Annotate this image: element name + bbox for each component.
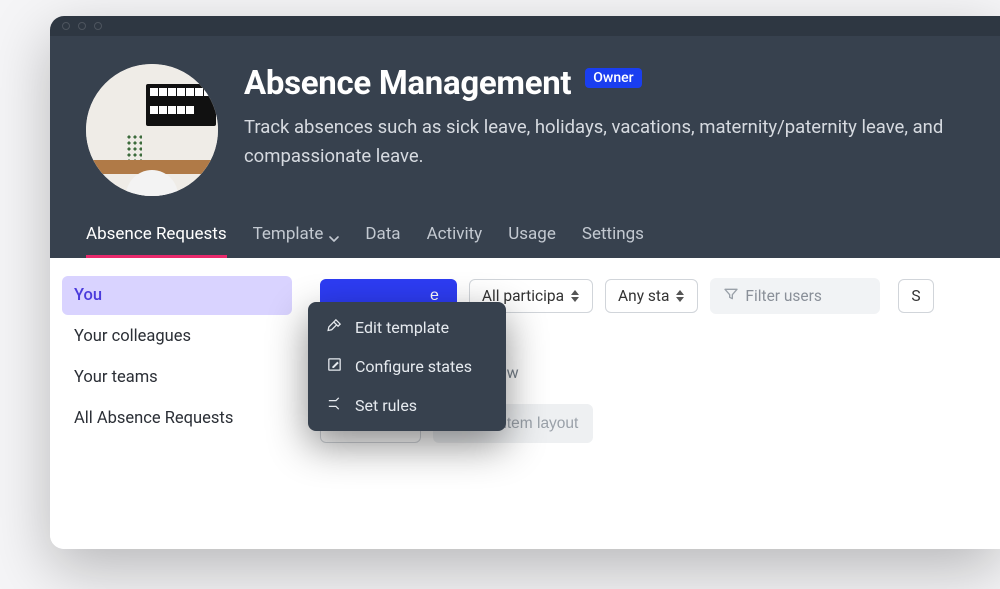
traffic-light-minimize[interactable] — [78, 22, 86, 30]
tab-usage[interactable]: Usage — [508, 224, 556, 258]
sidebar-item-label: Your colleagues — [74, 327, 191, 346]
sidebar-item-label: All Absence Requests — [74, 409, 233, 428]
template-dropdown: Edit template Configure states Set rules — [308, 302, 506, 431]
branch-icon — [326, 395, 343, 416]
tab-activity[interactable]: Activity — [427, 224, 483, 258]
sort-arrows-icon — [570, 290, 580, 302]
content-area: You Your colleagues Your teams All Absen… — [50, 258, 1000, 549]
app-window: Absence Management Owner Track absences … — [50, 16, 1000, 549]
menu-set-rules[interactable]: Set rules — [308, 386, 506, 425]
menu-configure-states[interactable]: Configure states — [308, 347, 506, 386]
sidebar: You Your colleagues Your teams All Absen… — [50, 258, 304, 549]
sort-arrows-icon — [675, 290, 685, 302]
page-subtitle: Track absences such as sick leave, holid… — [244, 113, 944, 170]
sidebar-item-label: You — [74, 286, 102, 305]
tab-data[interactable]: Data — [365, 224, 400, 258]
window-titlebar — [50, 16, 1000, 36]
state-select[interactable]: Any sta — [605, 279, 698, 313]
tab-template[interactable]: Template — [253, 224, 340, 258]
toolbar-right-button[interactable]: S — [898, 279, 933, 313]
tab-settings[interactable]: Settings — [582, 224, 644, 258]
edit-square-icon — [326, 356, 343, 377]
hammer-icon — [326, 317, 343, 338]
page-header: Absence Management Owner Track absences … — [50, 36, 1000, 258]
project-avatar — [86, 64, 218, 196]
page-title: Absence Management — [244, 64, 571, 103]
sidebar-item-label: Your teams — [74, 368, 158, 387]
tab-absence-requests[interactable]: Absence Requests — [86, 224, 227, 258]
filter-users-input[interactable]: Filter users — [710, 278, 880, 314]
sidebar-item-all[interactable]: All Absence Requests — [62, 399, 292, 438]
menu-edit-template[interactable]: Edit template — [308, 308, 506, 347]
primary-tabs: Absence Requests Template Data Activity … — [86, 224, 964, 258]
owner-badge: Owner — [585, 68, 641, 88]
traffic-light-close[interactable] — [62, 22, 70, 30]
filter-icon — [723, 286, 739, 306]
sidebar-item-teams[interactable]: Your teams — [62, 358, 292, 397]
sidebar-item-you[interactable]: You — [62, 276, 292, 315]
traffic-light-zoom[interactable] — [94, 22, 102, 30]
sidebar-item-colleagues[interactable]: Your colleagues — [62, 317, 292, 356]
chevron-down-icon — [329, 229, 339, 239]
